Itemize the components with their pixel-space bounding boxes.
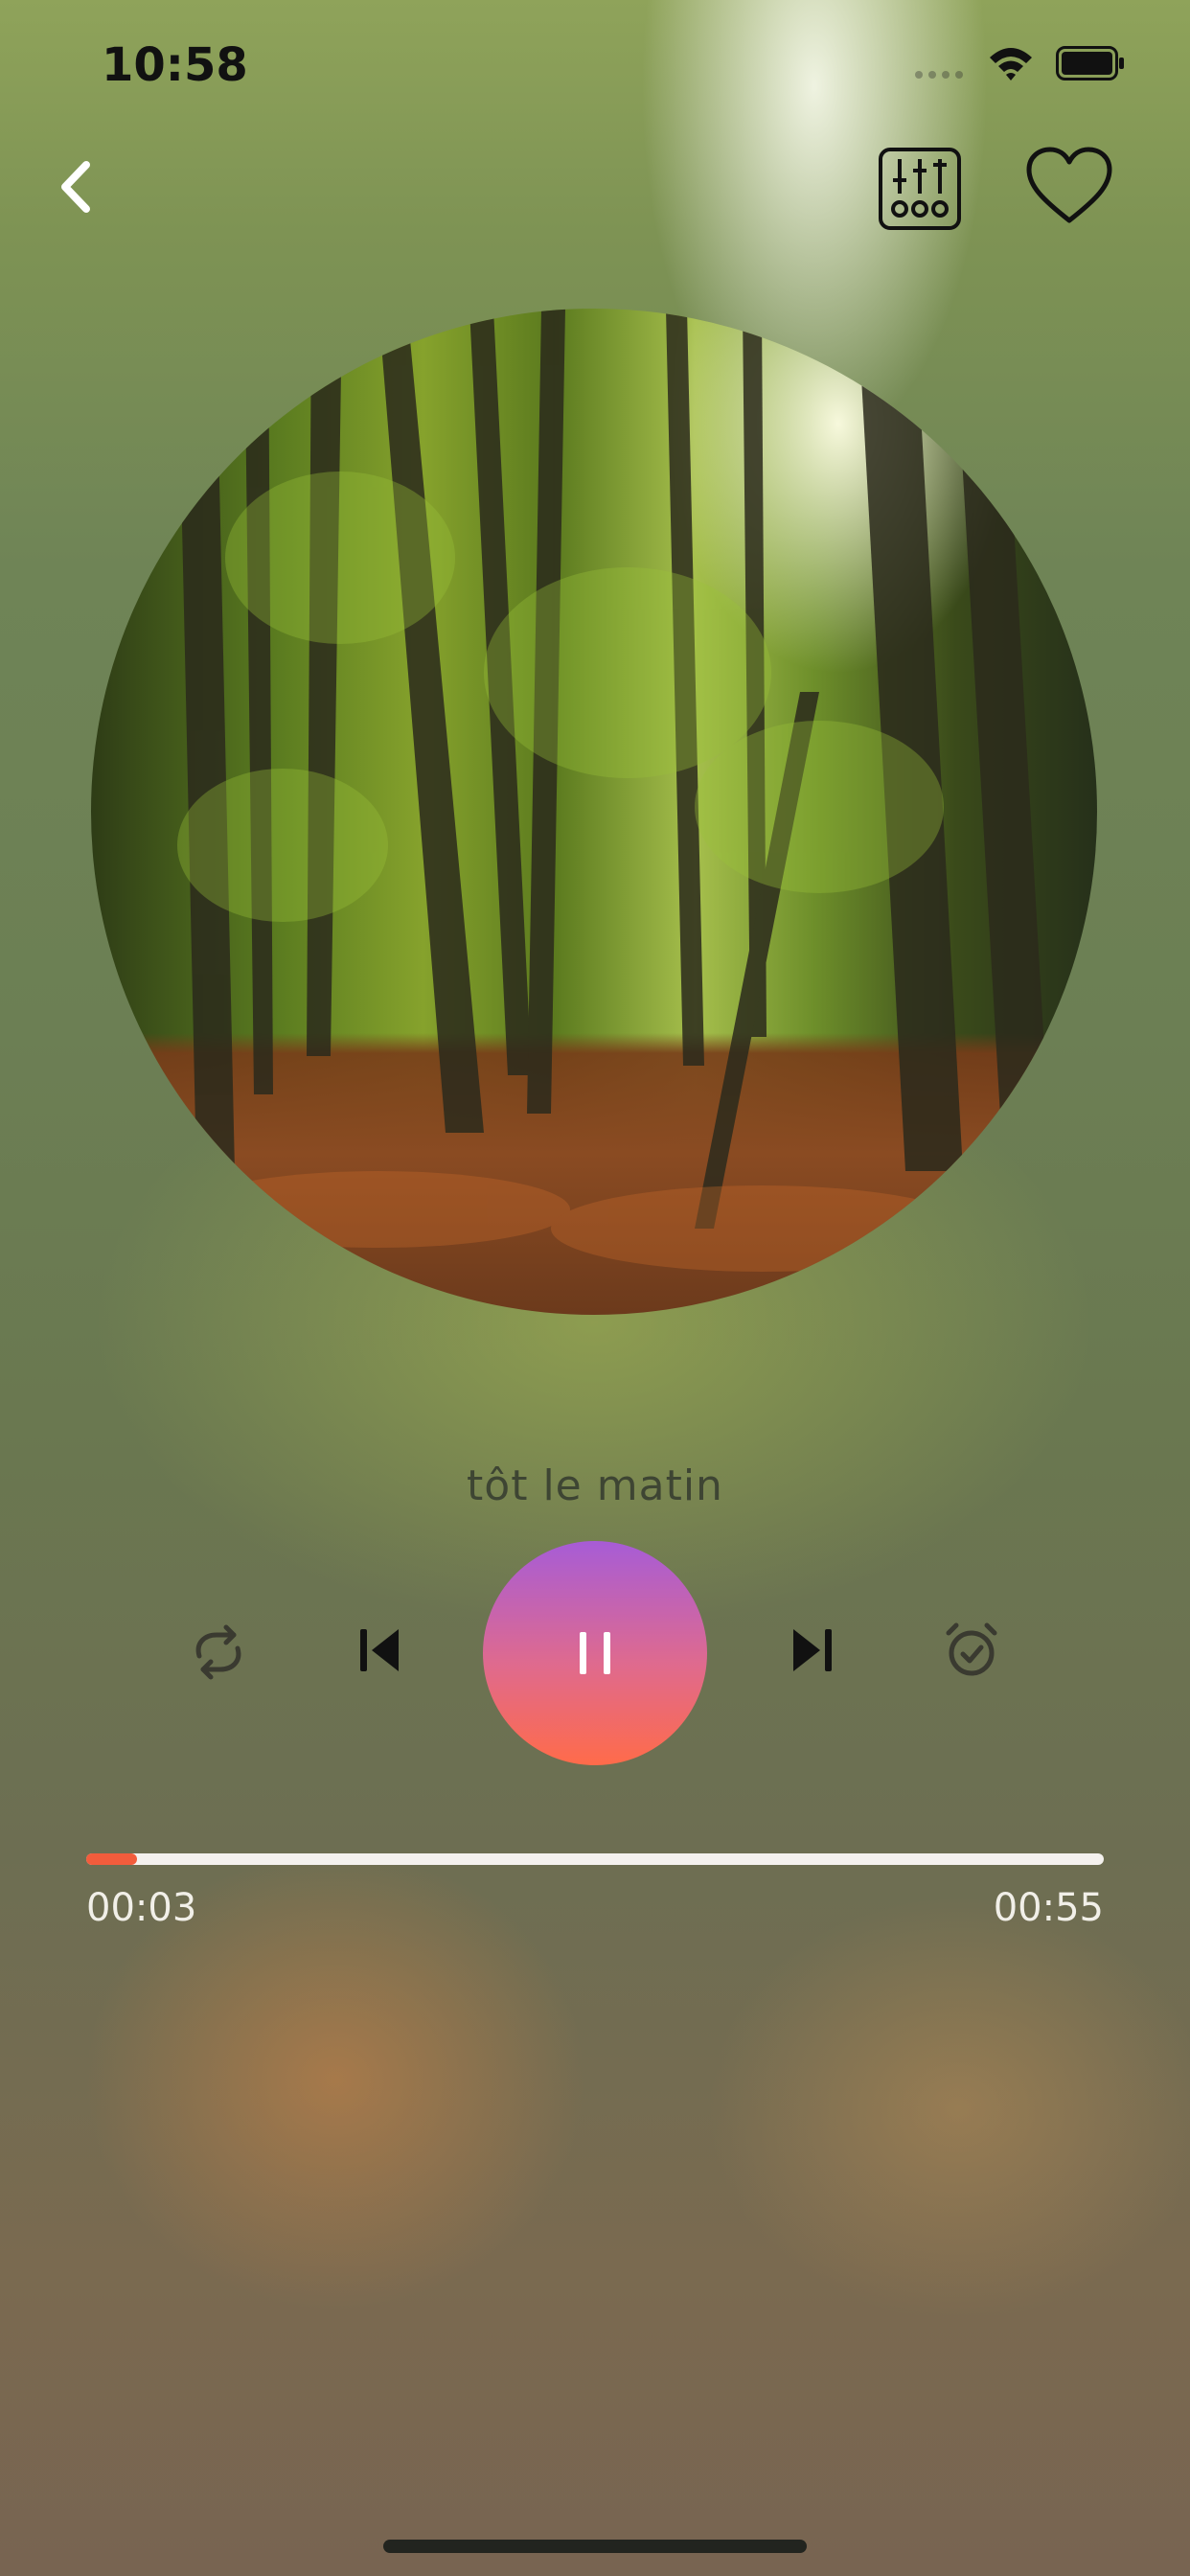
pause-icon xyxy=(580,1632,610,1674)
elapsed-time: 00:03 xyxy=(86,1886,197,1930)
play-pause-button[interactable] xyxy=(483,1541,707,1765)
previous-button[interactable] xyxy=(358,1627,400,1673)
favorite-button[interactable] xyxy=(1023,144,1115,230)
sleep-timer-button[interactable] xyxy=(943,1622,1000,1679)
track-title: tôt le matin xyxy=(467,1461,723,1510)
total-time: 00:55 xyxy=(993,1886,1104,1930)
equalizer-button[interactable] xyxy=(877,146,963,232)
equalizer-icon xyxy=(879,148,961,230)
chevron-left-icon xyxy=(61,161,90,213)
status-bar: 10:58 xyxy=(0,0,1190,134)
repeat-icon xyxy=(195,1624,241,1680)
progress-fill xyxy=(86,1853,138,1865)
album-artwork xyxy=(91,309,1097,1315)
skip-next-icon xyxy=(793,1629,832,1671)
skip-previous-icon xyxy=(360,1629,399,1671)
next-button[interactable] xyxy=(791,1627,834,1673)
status-time: 10:58 xyxy=(102,38,248,92)
forest-artwork xyxy=(177,309,1049,1272)
wifi-icon xyxy=(990,48,1032,80)
battery-icon xyxy=(1056,46,1124,80)
progress-bar[interactable] xyxy=(86,1853,1104,1865)
cellular-signal-icon xyxy=(915,71,963,79)
repeat-button[interactable] xyxy=(188,1623,249,1681)
heart-outline-icon xyxy=(1026,147,1112,223)
home-indicator xyxy=(383,2540,807,2553)
back-button[interactable] xyxy=(48,153,105,220)
alarm-clock-icon xyxy=(946,1622,997,1676)
